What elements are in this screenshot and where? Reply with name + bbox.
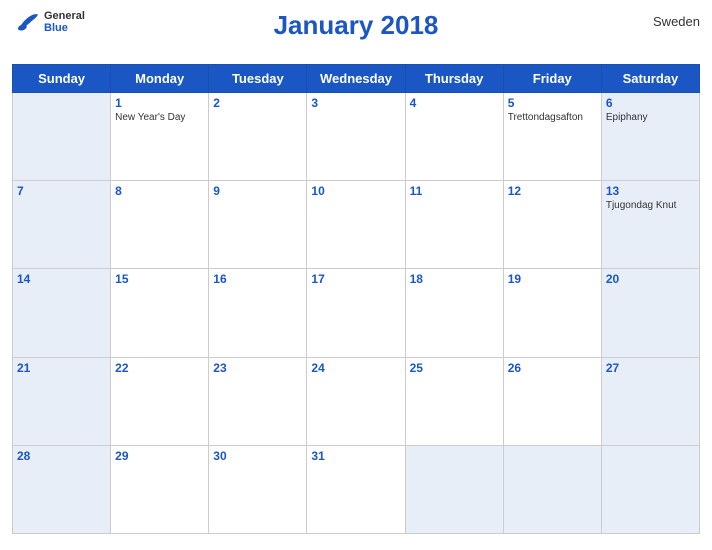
weekday-header-row: Sunday Monday Tuesday Wednesday Thursday… — [13, 65, 700, 93]
day-cell: 30 — [209, 445, 307, 533]
week-row-2: 789 10 11 12 13 Tjugondag Knut — [13, 181, 700, 269]
day-cell: 16 — [209, 269, 307, 357]
day-number: 27 — [606, 361, 695, 375]
logo-blue-text: Blue — [44, 22, 85, 34]
day-cell: 18 — [405, 269, 503, 357]
day-cell: 6 Epiphany — [601, 93, 699, 181]
header-thursday: Thursday — [405, 65, 503, 93]
day-cell: 9 — [209, 181, 307, 269]
day-number: 19 — [508, 272, 597, 286]
day-cell: 10 — [307, 181, 405, 269]
day-number: 8 — [115, 184, 204, 198]
holiday-label: Tjugondag Knut — [606, 200, 695, 212]
day-number: 31 — [311, 449, 400, 463]
day-number: 22 — [115, 361, 204, 375]
bird-icon — [12, 11, 42, 33]
day-cell: 8 — [111, 181, 209, 269]
day-cell: 7 — [13, 181, 111, 269]
day-number: 6 — [606, 96, 695, 110]
day-cell: 1 New Year's Day — [111, 93, 209, 181]
day-number: 1 — [115, 96, 204, 110]
day-cell: 21 — [13, 357, 111, 445]
day-cell: 23 — [209, 357, 307, 445]
day-cell: 27 — [601, 357, 699, 445]
day-number: 23 — [213, 361, 302, 375]
day-cell: 15 — [111, 269, 209, 357]
holiday-label: Epiphany — [606, 112, 695, 124]
day-cell — [601, 445, 699, 533]
day-number: 13 — [606, 184, 695, 198]
day-number: 16 — [213, 272, 302, 286]
header-wednesday: Wednesday — [307, 65, 405, 93]
day-number: 7 — [17, 184, 106, 198]
day-cell: 17 — [307, 269, 405, 357]
day-number: 10 — [311, 184, 400, 198]
day-number: 14 — [17, 272, 106, 286]
header-monday: Monday — [111, 65, 209, 93]
day-cell: 2 — [209, 93, 307, 181]
day-number: 15 — [115, 272, 204, 286]
day-cell: 26 — [503, 357, 601, 445]
day-number: 11 — [410, 184, 499, 198]
header-sunday: Sunday — [13, 65, 111, 93]
day-cell: 28 — [13, 445, 111, 533]
day-cell — [13, 93, 111, 181]
holiday-label: New Year's Day — [115, 112, 204, 124]
day-cell: 22 — [111, 357, 209, 445]
month-title: January 2018 — [274, 10, 439, 41]
header-tuesday: Tuesday — [209, 65, 307, 93]
header-friday: Friday — [503, 65, 601, 93]
day-cell: 3 — [307, 93, 405, 181]
week-row-3: 14 15 16 17 18 19 20 — [13, 269, 700, 357]
day-number: 9 — [213, 184, 302, 198]
header-saturday: Saturday — [601, 65, 699, 93]
day-number: 24 — [311, 361, 400, 375]
day-number: 25 — [410, 361, 499, 375]
day-cell: 29 — [111, 445, 209, 533]
day-cell: 19 — [503, 269, 601, 357]
day-number: 26 — [508, 361, 597, 375]
day-number: 2 — [213, 96, 302, 110]
day-number: 18 — [410, 272, 499, 286]
day-number: 21 — [17, 361, 106, 375]
day-cell: 11 — [405, 181, 503, 269]
day-number: 20 — [606, 272, 695, 286]
day-cell: 20 — [601, 269, 699, 357]
day-cell: 24 — [307, 357, 405, 445]
day-number: 17 — [311, 272, 400, 286]
day-cell: 25 — [405, 357, 503, 445]
day-cell — [405, 445, 503, 533]
week-row-4: 21 22 23 24 25 26 27 — [13, 357, 700, 445]
day-number: 30 — [213, 449, 302, 463]
day-number: 28 — [17, 449, 106, 463]
day-number: 12 — [508, 184, 597, 198]
week-row-5: 28 29 30 31 — [13, 445, 700, 533]
day-cell: 4 — [405, 93, 503, 181]
day-cell — [503, 445, 601, 533]
week-row-1: 1 New Year's Day 2345 Trettondagsafton 6 Epip… — [13, 93, 700, 181]
day-cell: 13 Tjugondag Knut — [601, 181, 699, 269]
holiday-label: Trettondagsafton — [508, 112, 597, 124]
calendar-wrapper: General Blue January 2018 Sweden Sunday … — [0, 0, 712, 550]
day-cell: 12 — [503, 181, 601, 269]
day-number: 29 — [115, 449, 204, 463]
day-cell: 31 — [307, 445, 405, 533]
calendar-header: General Blue January 2018 Sweden — [12, 10, 700, 60]
logo-general-text: General — [44, 10, 85, 22]
country-label: Sweden — [653, 14, 700, 29]
day-number: 4 — [410, 96, 499, 110]
day-cell: 14 — [13, 269, 111, 357]
day-number: 3 — [311, 96, 400, 110]
day-cell: 5 Trettondagsafton — [503, 93, 601, 181]
logo: General Blue — [12, 10, 85, 34]
day-number: 5 — [508, 96, 597, 110]
calendar-table: Sunday Monday Tuesday Wednesday Thursday… — [12, 64, 700, 534]
